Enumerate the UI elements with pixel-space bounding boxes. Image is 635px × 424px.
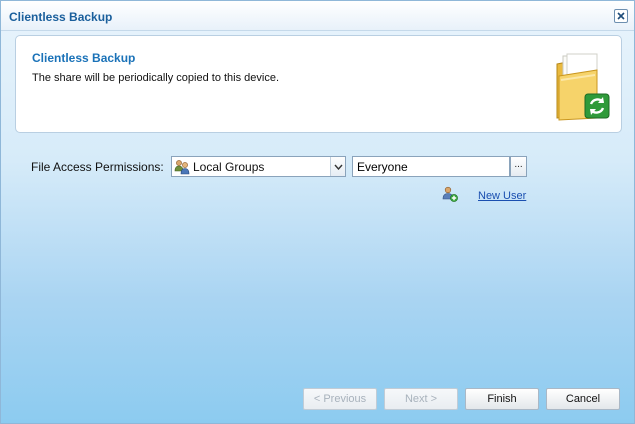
finish-button[interactable]: Finish (465, 388, 539, 410)
cancel-button[interactable]: Cancel (546, 388, 620, 410)
next-button[interactable]: Next > (384, 388, 458, 410)
chevron-down-icon (333, 164, 343, 170)
previous-button[interactable]: < Previous (303, 388, 377, 410)
user-group-input[interactable] (353, 157, 509, 176)
close-button[interactable] (614, 9, 628, 23)
clientless-backup-dialog: Clientless Backup Clientless Backup The … (0, 0, 635, 424)
add-user-icon[interactable] (442, 186, 458, 202)
group-type-select[interactable]: Local Groups (171, 156, 346, 177)
window-title: Clientless Backup (9, 10, 113, 24)
group-type-dropdown-button[interactable] (330, 157, 345, 176)
close-icon (617, 12, 625, 20)
header-panel: Clientless Backup The share will be peri… (15, 35, 622, 133)
browse-users-button[interactable]: ... (510, 156, 527, 177)
title-bar: Clientless Backup (1, 1, 634, 31)
header-title: Clientless Backup (32, 51, 136, 65)
folder-sync-icon (556, 53, 610, 121)
header-description: The share will be periodically copied to… (32, 72, 280, 84)
group-type-value: Local Groups (193, 160, 265, 174)
new-user-link[interactable]: New User (478, 190, 526, 202)
group-icon (174, 160, 190, 175)
user-group-field[interactable] (352, 156, 510, 177)
file-access-permissions-label: File Access Permissions: (31, 160, 164, 174)
